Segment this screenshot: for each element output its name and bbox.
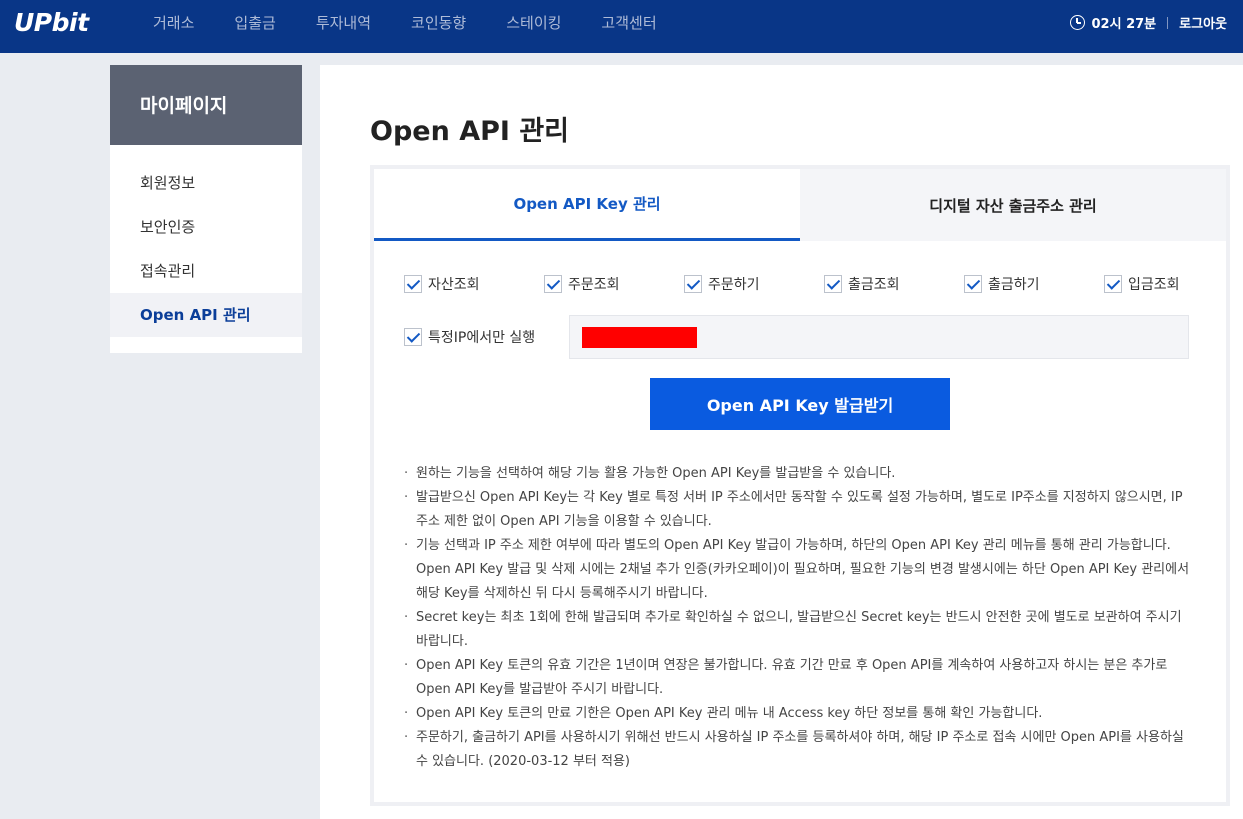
checkbox-deposit-query[interactable]: 입금조회: [1104, 274, 1180, 294]
sidebar: 마이페이지 회원정보 보안인증 접속관리 Open API 관리: [110, 65, 302, 353]
sidebar-item-security[interactable]: 보안인증: [110, 205, 302, 249]
checkbox-checked-icon[interactable]: [404, 328, 422, 346]
upbit-logo[interactable]: UPbit: [14, 8, 89, 37]
top-navigation-bar: UPbit 거래소 입출금 투자내역 코인동향 스테이킹 고객센터 02시 27…: [0, 0, 1243, 53]
nav-coin-trends[interactable]: 코인동향: [411, 12, 466, 33]
api-card: Open API Key 관리 디지털 자산 출금주소 관리 자산조회 주문조회…: [370, 165, 1230, 806]
nav-staking[interactable]: 스테이킹: [506, 12, 561, 33]
permission-checkboxes: 자산조회 주문조회 주문하기 출금조회 출금하기 입금조회: [404, 274, 1192, 298]
checkbox-label: 입금조회: [1128, 277, 1180, 293]
ip-restriction-row: 특정IP에서만 실행: [404, 315, 1194, 359]
sidebar-title: 마이페이지: [110, 65, 302, 145]
checkbox-checked-icon[interactable]: [1104, 275, 1122, 293]
checkbox-place-order[interactable]: 주문하기: [684, 274, 760, 294]
clock-icon: [1069, 15, 1085, 30]
notice-item: Open API Key 토큰의 만료 기한은 Open API Key 관리 …: [402, 702, 1196, 726]
session-time: 02시 27분: [1091, 17, 1157, 32]
checkbox-checked-icon[interactable]: [404, 275, 422, 293]
sidebar-item-access[interactable]: 접속관리: [110, 249, 302, 293]
checkbox-checked-icon[interactable]: [964, 275, 982, 293]
checkbox-ip-restriction[interactable]: 특정IP에서만 실행: [404, 327, 535, 347]
notice-item: Open API Key 토큰의 유효 기간은 1년이며 연장은 불가합니다. …: [402, 654, 1196, 702]
page-title: Open API 관리: [370, 116, 570, 147]
checkbox-order-query[interactable]: 주문조회: [544, 274, 620, 294]
tab-withdraw-address[interactable]: 디지털 자산 출금주소 관리: [800, 169, 1226, 241]
nav-investment-history[interactable]: 투자내역: [316, 12, 371, 33]
nav-customer-center[interactable]: 고객센터: [601, 12, 656, 33]
checkbox-checked-icon[interactable]: [544, 275, 562, 293]
logout-button[interactable]: 로그아웃: [1179, 13, 1227, 32]
ip-address-input[interactable]: [569, 315, 1189, 359]
sidebar-menu: 회원정보 보안인증 접속관리 Open API 관리: [110, 145, 302, 337]
notice-list: 원하는 기능을 선택하여 해당 기능 활용 가능한 Open API Key를 …: [402, 462, 1196, 774]
checkbox-checked-icon[interactable]: [684, 275, 702, 293]
header-right: 02시 27분 로그아웃: [1069, 0, 1227, 45]
checkbox-label: 특정IP에서만 실행: [428, 330, 536, 346]
notice-item: Secret key는 최초 1회에 한해 발급되며 추가로 확인하실 수 없으…: [402, 606, 1196, 654]
checkbox-label: 출금조회: [848, 277, 900, 293]
checkbox-label: 자산조회: [428, 277, 480, 293]
checkbox-checked-icon[interactable]: [824, 275, 842, 293]
tab-api-key[interactable]: Open API Key 관리: [374, 169, 800, 241]
notice-item: 원하는 기능을 선택하여 해당 기능 활용 가능한 Open API Key를 …: [402, 462, 1196, 486]
nav-deposit-withdraw[interactable]: 입출금: [234, 12, 275, 33]
checkbox-asset-query[interactable]: 자산조회: [404, 274, 480, 294]
nav-exchange[interactable]: 거래소: [153, 12, 194, 33]
checkbox-label: 주문하기: [708, 277, 760, 293]
main-content: Open API 관리 Open API Key 관리 디지털 자산 출금주소 …: [320, 65, 1243, 819]
notice-item: 기능 선택과 IP 주소 제한 여부에 따라 별도의 Open API Key …: [402, 534, 1196, 606]
tab-bar: Open API Key 관리 디지털 자산 출금주소 관리: [374, 169, 1226, 241]
redacted-ip-value: [582, 327, 697, 348]
notice-item: 주문하기, 출금하기 API를 사용하시기 위해선 반드시 사용하실 IP 주소…: [402, 726, 1196, 774]
sidebar-item-member-info[interactable]: 회원정보: [110, 161, 302, 205]
notice-item: 발급받으신 Open API Key는 각 Key 별로 특정 서버 IP 주소…: [402, 486, 1196, 534]
main-nav: 거래소 입출금 투자내역 코인동향 스테이킹 고객센터: [153, 0, 697, 45]
checkbox-label: 주문조회: [568, 277, 620, 293]
issue-api-key-button[interactable]: Open API Key 발급받기: [650, 378, 950, 430]
divider: [1167, 16, 1169, 29]
checkbox-label: 출금하기: [988, 277, 1040, 293]
sidebar-item-open-api[interactable]: Open API 관리: [110, 293, 302, 337]
checkbox-withdraw-query[interactable]: 출금조회: [824, 274, 900, 294]
checkbox-withdraw[interactable]: 출금하기: [964, 274, 1040, 294]
